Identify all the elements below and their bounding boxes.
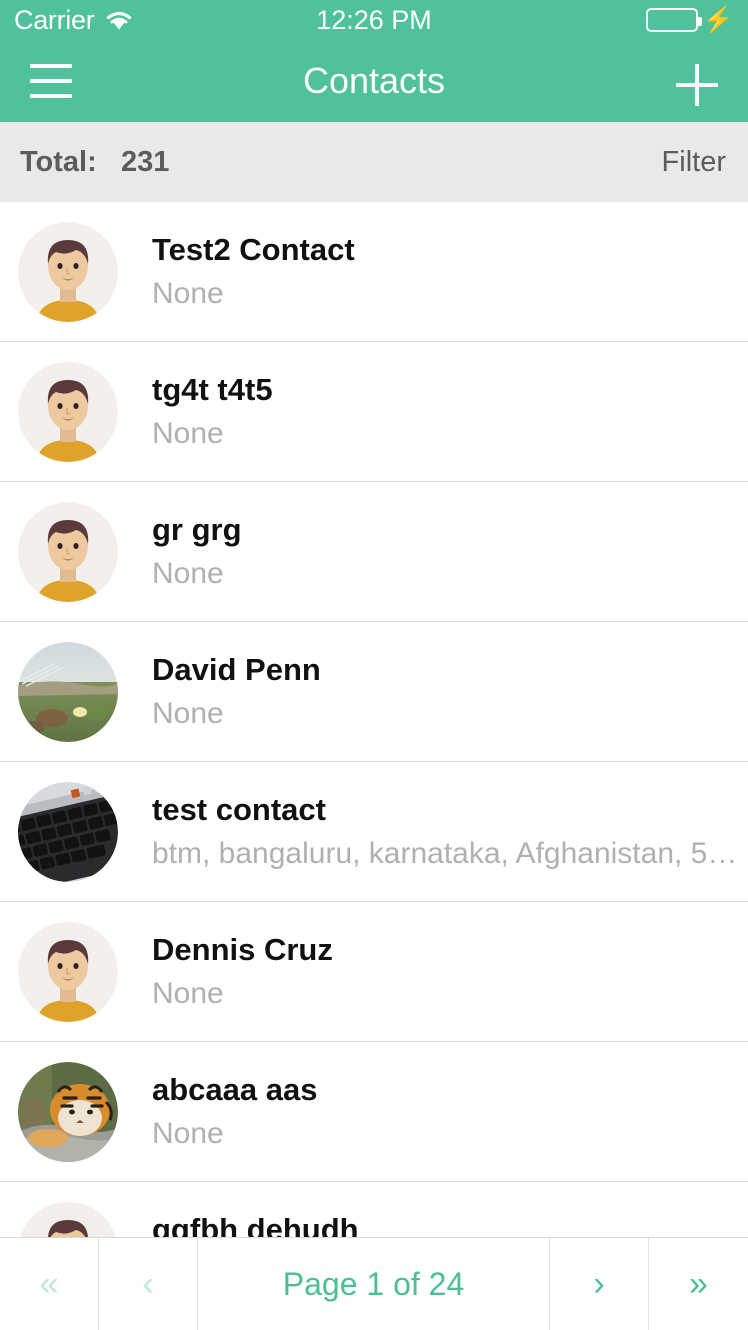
avatar [18,1061,118,1162]
contact-text: Dennis Cruz None [152,932,748,1011]
avatar [18,221,118,322]
contacts-app-screen: Carrier 12:26 PM ⚡ Contacts Total: 231 F… [0,0,748,1330]
contact-subtitle: None [152,977,224,1010]
contact-row[interactable]: Test2 Contact None [0,202,748,342]
contact-row[interactable]: tg4t t4t5 None [0,342,748,482]
contact-name: abcaaa aas [152,1072,318,1107]
contact-text: abcaaa aas None [152,1072,748,1151]
status-bar-right: ⚡ [645,5,734,34]
total-label-text: Total: [20,145,97,178]
contact-name: Test2 Contact [152,232,355,267]
avatar [18,641,118,742]
contact-row[interactable]: gqfbh dehudhNone [0,1182,748,1237]
summary-bar: Total: 231 Filter [0,122,748,202]
contact-name: Dennis Cruz [152,932,333,967]
status-bar-time: 12:26 PM [316,4,432,35]
contact-text: David Penn None [152,652,748,731]
battery-icon [645,8,702,32]
contact-subtitle: None [152,697,224,730]
total-value: 231 [120,145,170,178]
contact-text: gqfbh dehudhNone [152,1212,748,1237]
chevron-left-icon: ‹ [142,1264,154,1303]
next-page-button[interactable]: › [550,1238,649,1330]
double-chevron-right-icon: » [689,1264,708,1303]
status-bar: Carrier 12:26 PM ⚡ [0,0,748,40]
previous-page-button[interactable]: ‹ [99,1238,198,1330]
contact-subtitle: None [152,557,224,590]
contact-name: gqfbh dehudh [152,1212,359,1237]
contact-text: test contact btm, bangaluru, karnataka, A… [152,792,748,871]
avatar [18,921,118,1022]
last-page-button[interactable]: » [649,1238,748,1330]
nav-bar: Contacts [0,40,748,122]
avatar [18,1201,118,1237]
page-title: Contacts [302,60,446,101]
contact-text: Test2 Contact None [152,232,748,311]
lightning-bolt-icon: ⚡ [702,5,734,34]
contact-subtitle: btm, bangaluru, karnataka, Afghanistan, … [152,837,738,870]
contact-text: tg4t t4t5 None [152,372,748,451]
page-indicator: Page 1 of 24 [198,1238,550,1330]
contact-row[interactable]: David Penn None [0,622,748,762]
contact-name: gr grg [152,512,242,547]
plus-icon[interactable] [674,62,720,108]
double-chevron-left-icon: « [39,1264,59,1303]
contact-list[interactable]: Test2 Contact None tg4t t4t5 None gr grg None… [0,202,748,1237]
avatar [18,361,118,462]
chevron-right-icon: › [593,1264,605,1303]
contact-row[interactable]: Dennis Cruz None [0,902,748,1042]
contact-subtitle: None [152,417,224,450]
contact-subtitle: None [152,1117,224,1150]
first-page-button[interactable]: « [0,1238,99,1330]
contact-name: tg4t t4t5 [152,372,273,407]
contact-row[interactable]: gr grg None [0,482,748,622]
contact-name: David Penn [152,652,321,687]
contact-row[interactable]: test contact btm, bangaluru, karnataka, A… [0,762,748,902]
contact-subtitle: None [152,277,224,310]
filter-button[interactable]: Filter [662,146,726,179]
total-count: Total: 231 [20,146,169,179]
contact-text: gr grg None [152,512,748,591]
contact-row[interactable]: abcaaa aas None [0,1042,748,1182]
avatar [18,781,118,882]
contact-name: test contact [152,792,326,827]
pagination-bar: « ‹ Page 1 of 24 › » [0,1237,748,1330]
avatar [18,501,118,602]
